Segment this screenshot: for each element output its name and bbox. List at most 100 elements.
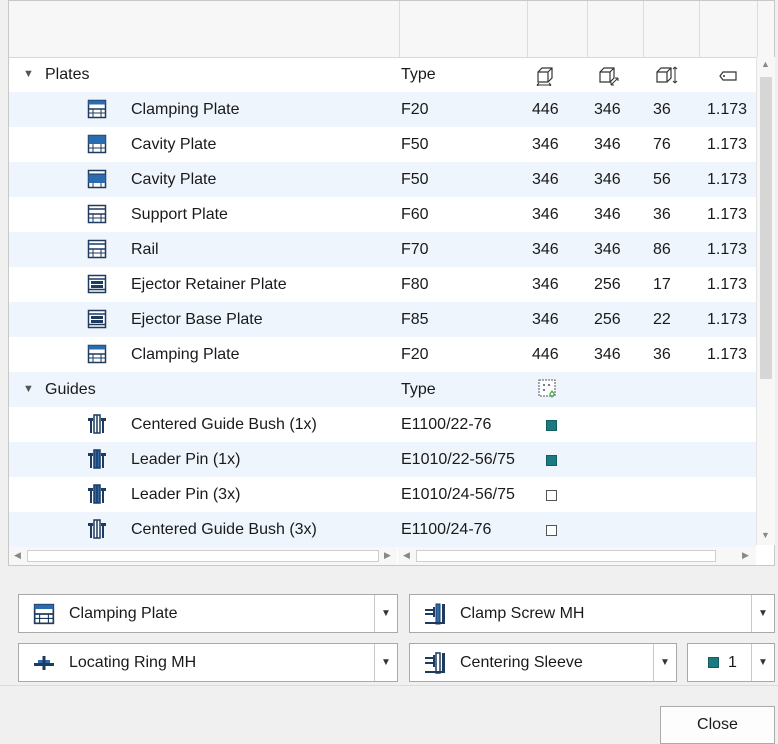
enabled-checkbox[interactable] [546,455,557,466]
row-type: F50 [401,136,429,153]
group-row-plates[interactable]: ▼ Plates Type [9,57,756,92]
header-cell-width[interactable] [527,1,588,57]
table-header-row [9,1,774,58]
chevron-down-icon: ▼ [758,657,768,668]
locating-ring-icon [34,656,54,670]
scroll-up-arrow-icon[interactable]: ▲ [761,59,770,69]
row-material: 1.173 [707,136,748,153]
header-cell-type[interactable] [399,1,528,57]
cavity-plate-icon [87,134,107,154]
dropdown-button[interactable]: ▼ [751,595,774,632]
row-depth: 346 [594,136,621,153]
table-row[interactable]: Support Plate F60 346 346 36 1.173 [9,197,756,232]
plate-icon [87,99,107,119]
group-label: Plates [45,66,90,83]
scroll-left-arrow-icon[interactable]: ◀ [14,550,21,561]
row-label: Ejector Retainer Plate [131,276,287,293]
dropdown-button[interactable]: ▼ [374,644,397,681]
clamp-screw-icon [425,603,445,625]
table-row[interactable]: Rail F70 346 346 86 1.173 [9,232,756,267]
enabled-checkbox[interactable] [546,490,557,501]
scroll-right-arrow-icon[interactable]: ▶ [384,550,391,561]
parts-table: ▼ Plates Type Clamping Plate F20 446 346… [8,0,775,566]
row-depth: 346 [594,346,621,363]
table-row[interactable]: Clamping Plate F20 446 346 36 1.173 [9,337,756,372]
dropdown-button[interactable]: ▼ [653,644,676,681]
row-material: 1.173 [707,241,748,258]
row-type: F20 [401,101,429,118]
ejector-plate-icon [87,274,107,294]
dropdown-button[interactable]: ▼ [374,595,397,632]
centering-sleeve-icon [425,652,445,674]
row-width: 346 [532,136,559,153]
row-type: E1100/22-76 [401,416,492,433]
row-label: Ejector Base Plate [131,311,263,328]
depth-dimension-icon [599,67,619,86]
row-width: 346 [532,311,559,328]
row-label: Cavity Plate [131,136,217,153]
row-material: 1.173 [707,171,748,188]
chevron-down-icon: ▼ [381,657,391,668]
scroll-down-arrow-icon[interactable]: ▼ [761,530,770,540]
row-height: 56 [653,171,671,188]
plate-icon [87,204,107,224]
chevron-down-icon: ▼ [660,657,670,668]
table-row[interactable]: Cavity Plate F50 346 346 56 1.173 [9,162,756,197]
header-cell-material[interactable] [699,1,758,57]
row-label: Leader Pin (1x) [131,451,241,468]
row-depth: 346 [594,171,621,188]
header-cell-depth[interactable] [587,1,644,57]
horizontal-scroll-thumb-left[interactable] [27,550,379,562]
plate-select[interactable]: Clamping Plate ▼ [18,594,398,633]
table-row[interactable]: Cavity Plate F50 346 346 76 1.173 [9,127,756,162]
group-row-guides[interactable]: ▼ Guides Type [9,372,756,407]
scroll-left-arrow-icon[interactable]: ◀ [403,550,410,561]
row-depth: 256 [594,311,621,328]
row-width: 446 [532,101,559,118]
horizontal-scrollbar-left[interactable]: ◀ ▶ [9,547,397,565]
ring-select[interactable]: Locating Ring MH ▼ [18,643,398,682]
material-tag-icon [719,71,737,81]
row-width: 346 [532,241,559,258]
horizontal-scrollbar-right[interactable]: ◀ ▶ [398,547,756,565]
close-button[interactable]: Close [660,706,775,744]
table-row[interactable]: Ejector Retainer Plate F80 346 256 17 1.… [9,267,756,302]
row-material: 1.173 [707,346,748,363]
dropdown-button[interactable]: ▼ [751,644,774,681]
row-type: F60 [401,206,429,223]
height-dimension-icon [656,66,678,84]
cavity-plate-icon [87,169,107,189]
table-row[interactable]: Centered Guide Bush (3x) E1100/24-76 [9,512,756,547]
table-row[interactable]: Ejector Base Plate F85 346 256 22 1.173 [9,302,756,337]
scroll-right-arrow-icon[interactable]: ▶ [742,550,749,561]
leader-pin-icon [88,449,106,469]
type-column-header: Type [401,66,436,83]
header-cell-height[interactable] [643,1,700,57]
collapse-triangle-icon[interactable]: ▼ [23,57,34,92]
horizontal-scroll-thumb-right[interactable] [416,550,716,562]
header-cell-name[interactable] [9,1,400,57]
row-width: 346 [532,276,559,293]
row-depth: 346 [594,206,621,223]
enabled-checkbox[interactable] [546,420,557,431]
table-row[interactable]: Leader Pin (3x) E1010/24-56/75 [9,477,756,512]
vertical-scroll-thumb[interactable] [760,77,772,379]
count-select[interactable]: 1 ▼ [687,643,775,682]
collapse-triangle-icon[interactable]: ▼ [23,372,34,407]
table-row[interactable]: Centered Guide Bush (1x) E1100/22-76 [9,407,756,442]
row-label: Centered Guide Bush (3x) [131,521,317,538]
screw-select[interactable]: Clamp Screw MH ▼ [409,594,775,633]
footer-divider [0,685,778,686]
row-type: F85 [401,311,429,328]
vertical-scrollbar[interactable]: ▲ ▼ [756,57,775,545]
row-material: 1.173 [707,101,748,118]
table-row[interactable]: Clamping Plate F20 446 346 36 1.173 [9,92,756,127]
row-depth: 346 [594,241,621,258]
sleeve-select[interactable]: Centering Sleeve ▼ [409,643,677,682]
enabled-checkbox[interactable] [546,525,557,536]
sleeve-select-value: Centering Sleeve [460,654,583,671]
group-label: Guides [45,381,96,398]
row-material: 1.173 [707,276,748,293]
table-row[interactable]: Leader Pin (1x) E1010/22-56/75 [9,442,756,477]
width-dimension-icon [536,67,553,86]
